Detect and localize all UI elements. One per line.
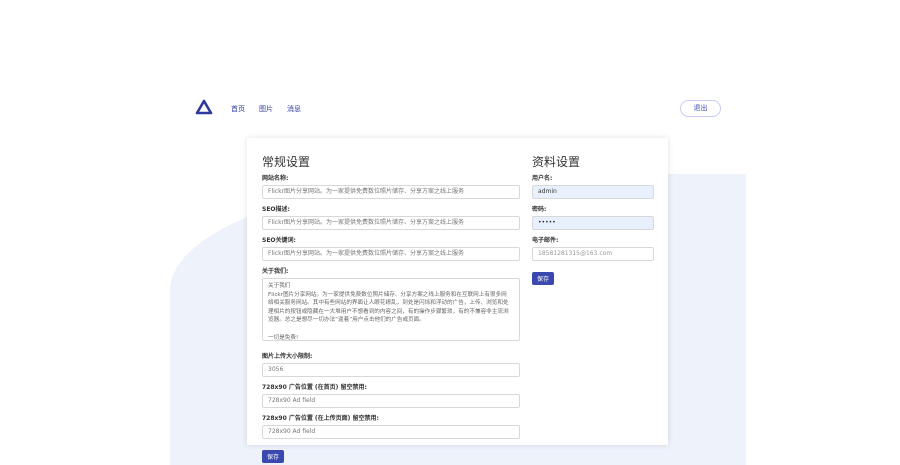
logo-triangle-icon[interactable]: [195, 99, 213, 119]
seo-keywords-input[interactable]: Flickr图片分享网站。为一家提供免费数位照片储存、分享方案之线上服务: [262, 247, 520, 261]
profile-save-button[interactable]: 保存: [532, 272, 554, 285]
watermark: https://www.huzhan.com/ishop14144: [28, 56, 457, 81]
nav-images[interactable]: 图片: [259, 104, 273, 114]
username-label: 用户名:: [532, 175, 553, 182]
email-label: 电子邮件:: [532, 237, 559, 244]
username-input[interactable]: admin: [532, 185, 654, 199]
seo-desc-label: SEO描述:: [262, 206, 290, 213]
profile-settings: 资料设置 用户名: admin 密码: ••••• 电子邮件: 18581281…: [532, 153, 654, 285]
nav-messages[interactable]: 消息: [287, 104, 301, 114]
general-heading: 常规设置: [262, 155, 311, 169]
logout-button[interactable]: 退出: [680, 100, 721, 117]
upload-limit-input[interactable]: 3056: [262, 363, 520, 377]
email-input[interactable]: 18581281315@163.com: [532, 247, 654, 261]
settings-card: 常规设置 网站名称: Flickr图片分享网站。为一家提供免费数位照片储存、分享…: [247, 138, 668, 463]
nav-home[interactable]: 首页: [231, 104, 245, 114]
ad-upload-label: 728x90 广告位置 (在上传页面) 留空禁用:: [262, 415, 379, 422]
top-nav: 首页 图片 消息: [231, 104, 301, 114]
password-label: 密码:: [532, 206, 547, 213]
about-label: 关于我们:: [262, 268, 289, 275]
page-title: 后台管理: [408, 28, 492, 52]
general-settings: 常规设置 网站名称: Flickr图片分享网站。为一家提供免费数位照片储存、分享…: [262, 153, 520, 463]
seo-keywords-label: SEO关键词:: [262, 237, 296, 244]
site-name-label: 网站名称:: [262, 175, 289, 182]
about-textarea[interactable]: 关于我们 Flickr图片分享网站。为一家提供免费数位照片储存、分享方案之线上服…: [262, 278, 520, 341]
ad-home-label: 728x90 广告位置 (在首页) 留空禁用:: [262, 384, 367, 391]
admin-panel: 首页 图片 消息 退出 常规设置 网站名称: Flickr图片分享网站。为一家提…: [170, 79, 746, 465]
password-input[interactable]: •••••: [532, 216, 654, 230]
ad-upload-input[interactable]: 728x90 Ad field: [262, 425, 520, 439]
upload-limit-label: 图片上传大小限制:: [262, 353, 313, 360]
profile-heading: 资料设置: [532, 155, 581, 169]
seo-desc-input[interactable]: Flickr图片分享网站。为一家提供免费数位照片储存、分享方案之线上服务: [262, 216, 520, 230]
general-save-button[interactable]: 保存: [262, 450, 284, 463]
site-name-input[interactable]: Flickr图片分享网站。为一家提供免费数位照片储存、分享方案之线上服务: [262, 185, 520, 199]
ad-home-input[interactable]: 728x90 Ad field: [262, 394, 520, 408]
